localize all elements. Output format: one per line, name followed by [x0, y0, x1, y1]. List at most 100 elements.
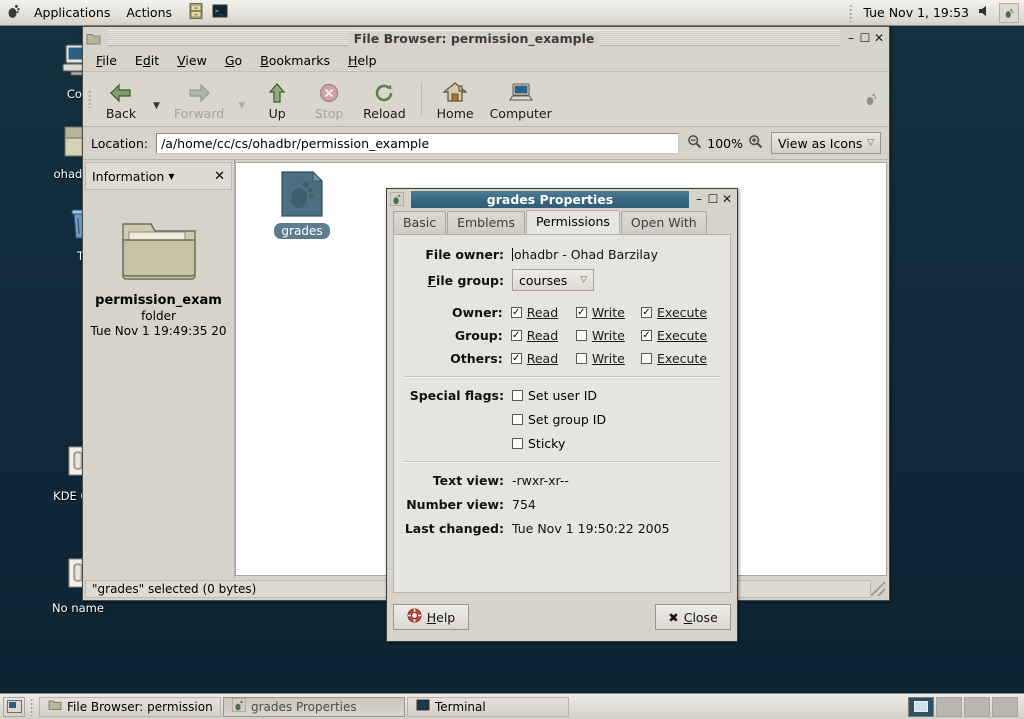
home-button[interactable]: Home	[429, 76, 482, 123]
terminal-icon[interactable]: >_	[211, 2, 229, 23]
close-button[interactable]: ✕	[720, 192, 734, 206]
text-caret	[512, 248, 513, 261]
minimize-button[interactable]: –	[844, 31, 858, 45]
show-desktop-icon[interactable]	[3, 696, 25, 717]
close-button[interactable]: ✕	[872, 31, 886, 45]
properties-dialog[interactable]: grades Properties – ☐ ✕ Basic Emblems Pe…	[386, 188, 738, 642]
others-execute-label: Execute	[657, 351, 708, 366]
stop-button[interactable]: Stop	[303, 76, 355, 123]
reload-button[interactable]: Reload	[355, 76, 414, 123]
menu-bookmarks[interactable]: Bookmarks	[251, 50, 339, 71]
properties-titlebar[interactable]: grades Properties – ☐ ✕	[387, 189, 737, 209]
checkbox-box	[641, 353, 653, 364]
side-pane-header[interactable]: Information ▼ ✕	[85, 162, 232, 190]
checkbox-box: ✓	[510, 329, 522, 341]
menu-file[interactable]: File	[87, 50, 126, 71]
back-label: Back	[105, 105, 137, 121]
workspace-1[interactable]	[908, 696, 934, 717]
checkbox-box: ✓	[641, 329, 653, 341]
tab-basic[interactable]: Basic	[393, 211, 447, 234]
taskbar-handle[interactable]	[30, 697, 34, 716]
others-write-checkbox[interactable]: Write	[575, 351, 641, 366]
workspace-2[interactable]	[936, 696, 962, 717]
volume-icon[interactable]	[976, 3, 992, 22]
others-execute-checkbox[interactable]: Execute	[641, 351, 720, 366]
zoom-controls: 100%	[687, 134, 763, 152]
dialog-buttons: Help ✖ Close	[393, 601, 731, 633]
clock[interactable]: Tue Nov 1, 19:53	[863, 5, 969, 20]
zoom-in-icon[interactable]	[748, 134, 763, 152]
minimize-button[interactable]: –	[692, 192, 706, 206]
sticky-checkbox[interactable]: Sticky	[512, 436, 565, 451]
owner-label: Owner:	[452, 305, 503, 320]
file-owner-value[interactable]: ohadbr - Ohad Barzilay	[512, 247, 658, 262]
set-user-id-checkbox[interactable]: Set user ID	[512, 388, 597, 403]
computer-label: Computer	[489, 105, 552, 121]
maximize-button[interactable]: ☐	[706, 192, 720, 206]
maximize-button[interactable]: ☐	[858, 31, 872, 45]
menu-view[interactable]: View	[168, 50, 216, 71]
owner-write-checkbox[interactable]: ✓ Write	[575, 305, 641, 320]
task-file-browser[interactable]: File Browser: permission	[39, 696, 221, 717]
others-read-checkbox[interactable]: ✓ Read	[510, 351, 576, 366]
side-pane-item-type: folder	[141, 309, 176, 323]
owner-read-checkbox[interactable]: ✓ Read	[510, 305, 576, 320]
side-pane-content: permission_exam folder Tue Nov 1 19:49:3…	[83, 192, 234, 578]
side-pane-close-icon[interactable]: ✕	[214, 169, 225, 184]
set-group-id-checkbox[interactable]: Set group ID	[512, 412, 606, 427]
task-terminal[interactable]: Terminal	[407, 696, 569, 717]
back-button[interactable]: Back	[95, 76, 147, 123]
number-view-value: 754	[512, 497, 536, 512]
panel-status-area: Tue Nov 1, 19:53	[846, 2, 1024, 23]
tab-open-with[interactable]: Open With	[620, 211, 707, 234]
group-write-checkbox[interactable]: Write	[575, 328, 641, 343]
stop-icon	[316, 78, 342, 104]
group-read-checkbox[interactable]: ✓ Read	[510, 328, 576, 343]
task-grades-properties[interactable]: grades Properties	[223, 696, 405, 717]
zoom-out-icon[interactable]	[687, 134, 702, 152]
workspace-4[interactable]	[992, 696, 1018, 717]
close-button-dialog[interactable]: ✖ Close	[655, 604, 731, 630]
special-flags-row-1: Special flags: Set user ID	[404, 388, 720, 403]
chevron-down-icon[interactable]: ▼	[168, 172, 174, 181]
group-execute-checkbox[interactable]: ✓ Execute	[641, 328, 720, 343]
file-group-row: File group: courses ▽	[404, 269, 720, 291]
workspace-3[interactable]	[964, 696, 990, 717]
up-button[interactable]: Up	[251, 76, 303, 123]
back-history-dropdown[interactable]: ▼	[147, 101, 166, 111]
file-cabinet-icon[interactable]	[187, 2, 205, 23]
panel-handle[interactable]	[849, 3, 854, 22]
owner-read-label: Read	[526, 305, 559, 320]
tab-emblems[interactable]: Emblems	[447, 211, 525, 234]
menu-edit[interactable]: Edit	[126, 50, 168, 71]
group-label: Group:	[454, 328, 503, 343]
computer-button[interactable]: Computer	[482, 76, 560, 123]
location-input[interactable]: /a/home/cc/cs/ohadbr/permission_example	[156, 132, 680, 154]
special-flags-row-2: Set group ID	[404, 412, 720, 427]
desktop[interactable]: Con ohadbr Tr KDE Con	[0, 26, 1024, 693]
file-owner-label: File owner:	[425, 247, 504, 262]
file-group-select[interactable]: courses ▽	[512, 269, 594, 291]
file-item-grades[interactable]: grades	[266, 170, 338, 239]
task-label: grades Properties	[251, 699, 357, 714]
view-as-selector[interactable]: View as Icons ▽	[771, 132, 881, 154]
menu-help[interactable]: Help	[339, 50, 386, 71]
last-changed-value: Tue Nov 1 19:50:22 2005	[512, 521, 670, 536]
forward-button[interactable]: Forward	[166, 76, 232, 123]
panel-menu-applications[interactable]: Applications	[27, 2, 117, 23]
gnome-foot-icon[interactable]	[5, 3, 21, 22]
task-label: Terminal	[435, 699, 486, 714]
menu-go[interactable]: Go	[216, 50, 251, 71]
sticky-label: Sticky	[528, 436, 566, 451]
gnome-foot-tray-icon[interactable]	[999, 2, 1019, 23]
gnome-foot-toolbar-icon[interactable]	[863, 89, 889, 110]
owner-execute-checkbox[interactable]: ✓ Execute	[641, 305, 720, 320]
toolbar-handle[interactable]	[88, 90, 92, 108]
tab-permissions[interactable]: Permissions	[525, 210, 620, 235]
file-browser-titlebar[interactable]: File Browser: permission_example – ☐ ✕	[83, 27, 889, 49]
resize-grip[interactable]	[871, 582, 885, 596]
panel-menu-actions[interactable]: Actions	[119, 2, 179, 23]
permissions-panel: File owner: ohadbr - Ohad Barzilay File …	[393, 234, 731, 593]
forward-history-dropdown[interactable]: ▼	[232, 101, 251, 111]
help-button[interactable]: Help	[393, 604, 469, 630]
